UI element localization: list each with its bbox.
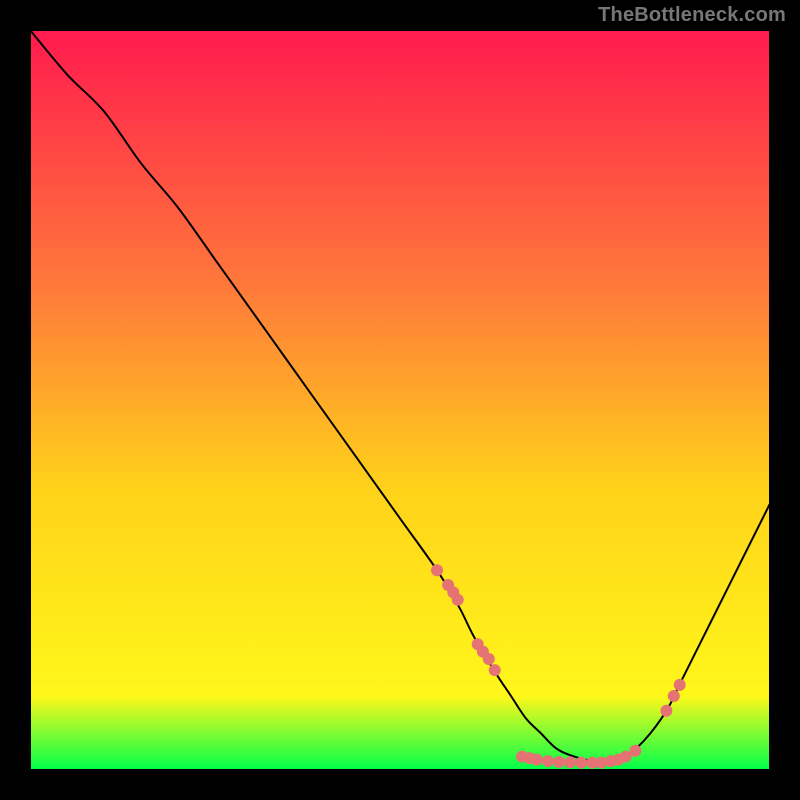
curve-marker: [564, 756, 576, 768]
curve-marker: [542, 755, 554, 767]
curve-marker: [553, 756, 565, 768]
curve-marker: [483, 653, 495, 665]
curve-marker: [575, 757, 587, 769]
curve-marker: [452, 594, 464, 606]
curve-marker: [431, 564, 443, 576]
watermark-label: TheBottleneck.com: [598, 4, 786, 27]
curve-marker: [489, 664, 501, 676]
curve-marker: [668, 690, 680, 702]
curve-marker: [531, 754, 543, 766]
curve-marker: [629, 745, 641, 757]
plot-background: [30, 30, 770, 770]
curve-marker: [674, 679, 686, 691]
curve-marker: [660, 705, 672, 717]
chart-svg: [0, 0, 800, 800]
chart-frame: { "watermark": "TheBottleneck.com", "col…: [0, 0, 800, 800]
